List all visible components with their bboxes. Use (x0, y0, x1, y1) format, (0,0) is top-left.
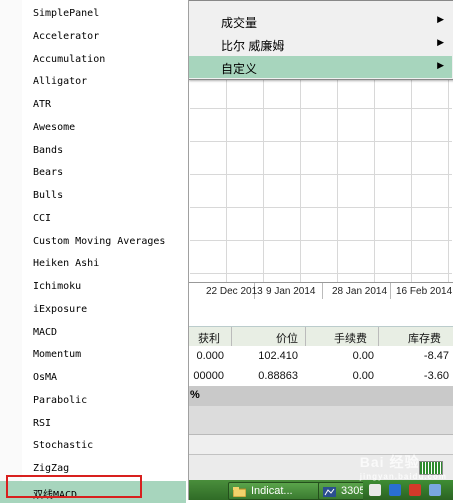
menu-item-label: Custom Moving Averages (33, 235, 166, 247)
menu-item-ichimoku[interactable]: Ichimoku (0, 276, 186, 298)
menu-item-momentum[interactable]: Momentum (0, 344, 186, 366)
menu-item-label: Bears (33, 167, 64, 179)
cell-profit: 00000 (193, 370, 224, 382)
menu-item-label: Momentum (33, 349, 82, 361)
menu-item-simplepanel[interactable]: SimplePanel (0, 3, 186, 25)
chevron-right-icon: ▶ (437, 60, 444, 70)
submenu-item-custom[interactable]: 自定义 ▶ (189, 56, 452, 78)
x-axis-tick (322, 283, 323, 299)
menu-item-label: ZigZag (33, 463, 70, 474)
chart-grid (190, 76, 452, 296)
menu-item-label: Heiken Ashi (33, 258, 100, 270)
menu-item-bulls[interactable]: Bulls (0, 185, 186, 207)
menu-item-label: RSI (33, 417, 52, 429)
submenu-item-label: 成交量 (221, 16, 258, 30)
menu-item-custom-moving-averages[interactable]: Custom Moving Averages (0, 231, 186, 253)
taskbar-item-label: Indicat... (251, 485, 293, 497)
menu-item-label: OsMA (33, 372, 58, 383)
column-header-profit[interactable]: 获利 (198, 330, 220, 346)
menu-item-label: Accumulation (33, 53, 106, 65)
x-axis-tick (390, 283, 391, 299)
column-header-swap[interactable]: 库存费 (408, 330, 441, 346)
menu-item-label: Alligator (33, 76, 88, 88)
column-header-commission[interactable]: 手续费 (334, 330, 367, 346)
menu-item-heiken-ashi[interactable]: Heiken Ashi (0, 253, 186, 275)
annotation-highlight-box (6, 475, 142, 498)
x-axis-label: 22 Dec 2013 (206, 286, 263, 297)
system-tray (363, 480, 453, 500)
cell-price: 0.88863 (258, 370, 298, 382)
menu-item-stochastic[interactable]: Stochastic (0, 435, 186, 457)
menu-item-osma[interactable]: OsMA (0, 367, 186, 389)
x-axis-label: 16 Feb 2014 (396, 286, 453, 297)
menu-item-label: Ichimoku (33, 281, 82, 292)
submenu-item-label: 自定义 (221, 62, 258, 76)
menu-item-label: CCI (33, 212, 52, 224)
baidu-watermark: Bai 经验 jingyan.baidu.com (360, 452, 447, 481)
terminal-app-icon (323, 486, 336, 497)
menu-item-bears[interactable]: Bears (0, 162, 186, 184)
menu-item-label: Bulls (33, 190, 64, 201)
menu-item-iexposure[interactable]: iExposure (0, 299, 186, 321)
summary-text: % (190, 389, 200, 401)
cell-price: 102.410 (258, 350, 298, 362)
menu-item-macd[interactable]: MACD (0, 322, 186, 344)
menu-item-label: SimplePanel (33, 8, 100, 19)
cell-swap: -3.60 (423, 370, 449, 382)
watermark-text: Bai 经验 (359, 454, 420, 470)
menu-item-label: ATR (33, 99, 52, 110)
indicator-category-submenu: 成交量 ▶ 比尔 威廉姆 ▶ 自定义 ▶ (188, 0, 453, 80)
custom-indicators-menu: SimplePanel Accelerator Accumulation Alliga… (0, 0, 189, 503)
tray-network-icon[interactable] (389, 484, 401, 496)
submenu-item-volumes[interactable]: 成交量 ▶ (189, 10, 452, 32)
menu-item-label: Awesome (33, 121, 76, 133)
cell-commission: 0.00 (352, 370, 374, 382)
submenu-item-bill-williams[interactable]: 比尔 威廉姆 ▶ (189, 33, 452, 55)
menu-item-bands[interactable]: Bands (0, 140, 186, 162)
menu-item-accelerator[interactable]: Accelerator (0, 26, 186, 48)
menu-item-label: iExposure (33, 303, 88, 315)
column-header-price[interactable]: 价位 (276, 330, 298, 346)
menu-item-cci[interactable]: CCI (0, 208, 186, 230)
submenu-item-trend[interactable] (189, 0, 452, 9)
chevron-right-icon: ▶ (437, 14, 444, 24)
menu-item-label: Stochastic (33, 440, 94, 452)
watermark-url: jingyan.baidu.com (359, 472, 447, 481)
menu-item-alligator[interactable]: Alligator (0, 71, 186, 93)
menu-item-rsi[interactable]: RSI (0, 413, 186, 435)
menu-item-label: Bands (33, 144, 64, 156)
x-axis-label: 9 Jan 2014 (266, 286, 316, 297)
cell-swap: -8.47 (423, 350, 449, 362)
submenu-item-label: 比尔 威廉姆 (221, 39, 285, 53)
menu-item-label: MACD (33, 326, 58, 338)
menu-item-atr[interactable]: ATR (0, 94, 186, 116)
taskbar-item-indicators[interactable]: Indicat... (228, 482, 324, 500)
chevron-right-icon: ▶ (437, 37, 444, 47)
menu-item-awesome[interactable]: Awesome (0, 117, 186, 139)
cell-commission: 0.00 (352, 350, 374, 362)
cell-profit: 0.000 (196, 350, 224, 362)
tray-volume-icon[interactable] (429, 484, 441, 496)
menu-item-label: Accelerator (33, 30, 100, 42)
menu-item-accumulation[interactable]: Accumulation (0, 49, 186, 71)
folder-icon (232, 486, 247, 498)
menu-item-parabolic[interactable]: Parabolic (0, 390, 186, 412)
tray-chevron-icon[interactable] (369, 484, 381, 496)
menu-item-label: Parabolic (33, 394, 88, 406)
tray-security-icon[interactable] (409, 484, 421, 496)
x-axis-label: 28 Jan 2014 (332, 286, 388, 297)
